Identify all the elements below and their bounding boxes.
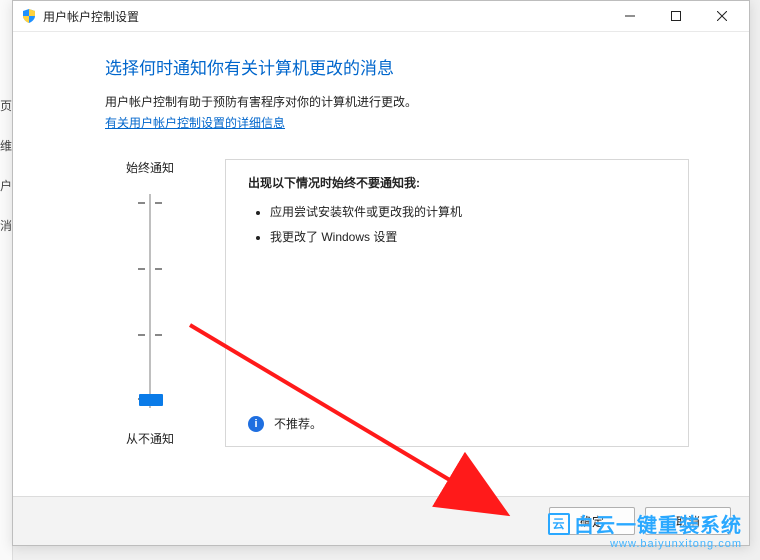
maximize-button[interactable] (653, 1, 699, 31)
notification-slider[interactable] (130, 194, 170, 408)
dialog-footer: 确定 取消 (13, 496, 749, 545)
close-button[interactable] (699, 1, 745, 31)
info-icon: i (248, 416, 264, 432)
content-area: 选择何时通知你有关计算机更改的消息 用户帐户控制有助于预防有害程序对你的计算机进… (13, 32, 749, 496)
panel-list-item: 我更改了 Windows 设置 (270, 228, 666, 245)
notification-details-panel: 出现以下情况时始终不要通知我: 应用尝试安装软件或更改我的计算机 我更改了 Wi… (225, 159, 689, 447)
notification-slider-column: 始终通知 从不通知 (105, 159, 195, 447)
uac-shield-icon (21, 8, 37, 24)
window-controls (607, 1, 745, 31)
cancel-button[interactable]: 取消 (645, 507, 731, 535)
ok-button[interactable]: 确定 (549, 507, 635, 535)
panel-list: 应用尝试安装软件或更改我的计算机 我更改了 Windows 设置 (254, 203, 666, 245)
slider-thumb[interactable] (139, 394, 163, 406)
panel-footer-text: 不推荐。 (274, 415, 322, 432)
titlebar: 用户帐户控制设置 (13, 1, 749, 32)
slider-top-label: 始终通知 (126, 159, 174, 176)
window-title: 用户帐户控制设置 (43, 8, 607, 25)
page-heading: 选择何时通知你有关计算机更改的消息 (105, 54, 689, 79)
panel-heading: 出现以下情况时始终不要通知我: (248, 174, 666, 191)
minimize-button[interactable] (607, 1, 653, 31)
slider-bottom-label: 从不通知 (126, 430, 174, 447)
uac-settings-window: 用户帐户控制设置 选择何时通知你有关计算机更改的消息 用户帐户控制有助于预防有害… (12, 0, 750, 546)
more-info-link[interactable]: 有关用户帐户控制设置的详细信息 (105, 114, 285, 131)
page-description: 用户帐户控制有助于预防有害程序对你的计算机进行更改。 (105, 93, 689, 110)
panel-list-item: 应用尝试安装软件或更改我的计算机 (270, 203, 666, 220)
panel-footer: i 不推荐。 (248, 415, 322, 432)
